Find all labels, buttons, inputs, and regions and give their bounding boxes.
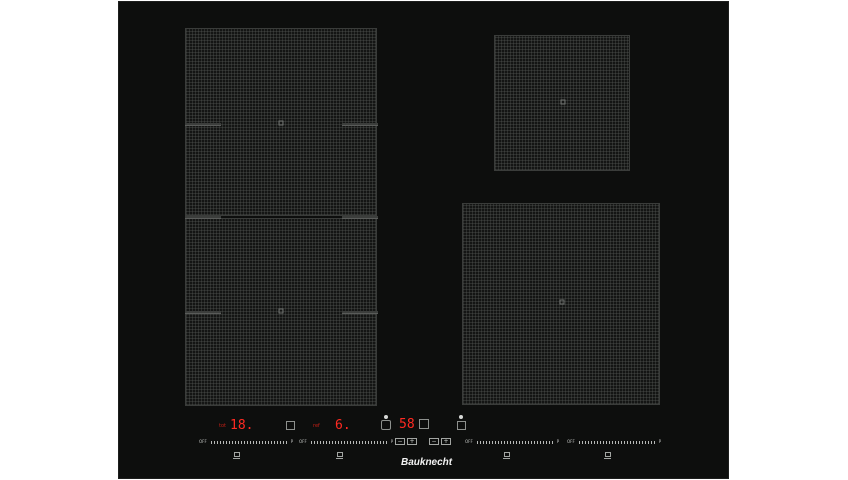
slider-p-label: P	[290, 439, 294, 444]
pan-detect-icon[interactable]	[286, 421, 295, 430]
zone-prefix-label: tot	[219, 423, 226, 429]
brand-logo: Bauknecht	[401, 457, 453, 468]
zone-prefix-label: ref	[313, 423, 320, 429]
zone-center-marker	[559, 299, 565, 305]
zone-bridge-bar	[342, 216, 378, 219]
slider-p-label: P	[556, 439, 560, 444]
timer-increase-button[interactable]: +	[407, 438, 417, 445]
zone-selector-underline	[336, 458, 343, 459]
zone-selector-icon[interactable]	[234, 452, 240, 457]
zone-selector-underline	[503, 458, 510, 459]
slider-p-label: P	[390, 439, 394, 444]
power-increase-button[interactable]: +	[441, 438, 451, 445]
slider-ticks	[476, 440, 553, 444]
indicator-dot-icon	[384, 415, 388, 419]
power-decrease-button[interactable]: −	[429, 438, 439, 445]
zone-selector-icon[interactable]	[605, 452, 611, 457]
slider-p-label: P	[658, 439, 662, 444]
indicator-dot-icon	[459, 415, 463, 419]
power-slider-rear-left[interactable]: OFF P	[299, 440, 393, 444]
zone-selector-underline	[233, 458, 240, 459]
timer-clock-icon[interactable]	[381, 420, 391, 430]
zone-center-marker	[560, 99, 566, 105]
zone-selector-underline	[604, 458, 611, 459]
zone-center-marker	[278, 120, 284, 126]
slider-off-label: OFF	[299, 439, 307, 444]
timer-display: 58	[399, 417, 415, 432]
timer-decrease-button[interactable]: −	[395, 438, 405, 445]
slider-ticks	[310, 440, 387, 444]
power-slider-front-left[interactable]: OFF P	[199, 440, 293, 444]
zone-center-marker	[278, 308, 284, 314]
induction-cooktop: tot 18. ref 6. 58 − + − + OFF P OFF P OF…	[118, 1, 729, 479]
slider-off-label: OFF	[465, 439, 473, 444]
power-slider-rear-right[interactable]: OFF P	[465, 440, 559, 444]
zone-selector-icon[interactable]	[504, 452, 510, 457]
left-zone-power-display: 18.	[230, 418, 254, 433]
zone-bridge-bar	[185, 311, 221, 314]
zone-bridge-bar	[342, 311, 378, 314]
slider-ticks	[578, 440, 655, 444]
power-slider-front-right[interactable]: OFF P	[567, 440, 661, 444]
slider-off-label: OFF	[199, 439, 207, 444]
pan-detect-right-icon[interactable]	[457, 421, 466, 430]
slider-off-label: OFF	[567, 439, 575, 444]
right-zone-power-display: 6.	[335, 418, 351, 433]
lock-icon[interactable]	[419, 419, 429, 429]
zone-bridge-bar	[342, 123, 378, 126]
zone-selector-icon[interactable]	[337, 452, 343, 457]
zone-bridge-bar	[185, 216, 221, 219]
slider-ticks	[210, 440, 287, 444]
zone-bridge-bar	[185, 123, 221, 126]
